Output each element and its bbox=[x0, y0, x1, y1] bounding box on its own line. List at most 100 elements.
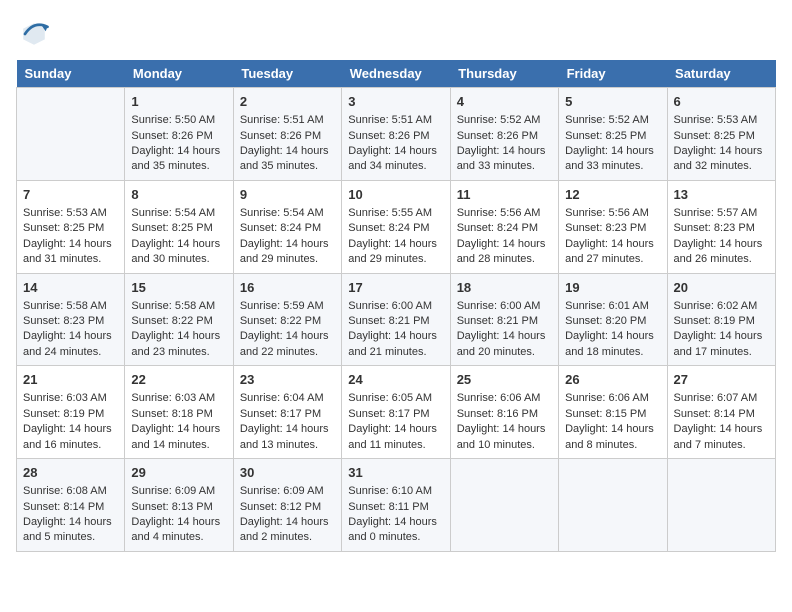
cell-content: Sunrise: 5:58 AM bbox=[131, 299, 226, 314]
cell-content: Sunset: 8:25 PM bbox=[674, 129, 769, 144]
cell-content: Sunrise: 6:05 AM bbox=[348, 391, 443, 406]
cell-content: Daylight: 14 hours bbox=[674, 144, 769, 159]
day-number: 23 bbox=[240, 371, 335, 389]
header-sunday: Sunday bbox=[17, 60, 125, 88]
cell-content: Daylight: 14 hours bbox=[565, 144, 660, 159]
cell-content: Sunrise: 6:07 AM bbox=[674, 391, 769, 406]
cell-content: Sunrise: 6:03 AM bbox=[23, 391, 118, 406]
cell-content: and 28 minutes. bbox=[457, 252, 552, 267]
cell-content: and 35 minutes. bbox=[240, 159, 335, 174]
day-number: 10 bbox=[348, 186, 443, 204]
cell-content: Sunrise: 5:53 AM bbox=[674, 113, 769, 128]
day-number: 3 bbox=[348, 93, 443, 111]
cell-content: and 7 minutes. bbox=[674, 438, 769, 453]
cell-content: Daylight: 14 hours bbox=[674, 329, 769, 344]
header-thursday: Thursday bbox=[450, 60, 558, 88]
cell-content: Daylight: 14 hours bbox=[457, 422, 552, 437]
cell-content: and 8 minutes. bbox=[565, 438, 660, 453]
cell-content: Sunset: 8:20 PM bbox=[565, 314, 660, 329]
calendar-header-row: SundayMondayTuesdayWednesdayThursdayFrid… bbox=[17, 60, 776, 88]
calendar-cell: 1Sunrise: 5:50 AMSunset: 8:26 PMDaylight… bbox=[125, 88, 233, 181]
cell-content: Daylight: 14 hours bbox=[565, 237, 660, 252]
header-wednesday: Wednesday bbox=[342, 60, 450, 88]
cell-content: and 16 minutes. bbox=[23, 438, 118, 453]
calendar-cell bbox=[450, 459, 558, 552]
cell-content: and 14 minutes. bbox=[131, 438, 226, 453]
cell-content: Daylight: 14 hours bbox=[131, 329, 226, 344]
week-row-3: 14Sunrise: 5:58 AMSunset: 8:23 PMDayligh… bbox=[17, 273, 776, 366]
calendar-cell: 13Sunrise: 5:57 AMSunset: 8:23 PMDayligh… bbox=[667, 180, 775, 273]
cell-content: Sunrise: 5:53 AM bbox=[23, 206, 118, 221]
cell-content: Sunset: 8:16 PM bbox=[457, 407, 552, 422]
cell-content: Daylight: 14 hours bbox=[457, 144, 552, 159]
cell-content: Sunset: 8:21 PM bbox=[457, 314, 552, 329]
cell-content: Sunset: 8:24 PM bbox=[348, 221, 443, 236]
day-number: 4 bbox=[457, 93, 552, 111]
cell-content: Daylight: 14 hours bbox=[23, 329, 118, 344]
cell-content: and 23 minutes. bbox=[131, 345, 226, 360]
cell-content: Sunset: 8:26 PM bbox=[348, 129, 443, 144]
day-number: 25 bbox=[457, 371, 552, 389]
day-number: 20 bbox=[674, 279, 769, 297]
calendar-cell: 28Sunrise: 6:08 AMSunset: 8:14 PMDayligh… bbox=[17, 459, 125, 552]
day-number: 9 bbox=[240, 186, 335, 204]
calendar-cell bbox=[667, 459, 775, 552]
cell-content: Sunset: 8:17 PM bbox=[240, 407, 335, 422]
cell-content: Sunrise: 5:59 AM bbox=[240, 299, 335, 314]
cell-content: Sunset: 8:13 PM bbox=[131, 500, 226, 515]
cell-content: Daylight: 14 hours bbox=[240, 422, 335, 437]
cell-content: Sunset: 8:15 PM bbox=[565, 407, 660, 422]
calendar-cell: 19Sunrise: 6:01 AMSunset: 8:20 PMDayligh… bbox=[559, 273, 667, 366]
calendar-table: SundayMondayTuesdayWednesdayThursdayFrid… bbox=[16, 60, 776, 552]
cell-content: Daylight: 14 hours bbox=[240, 144, 335, 159]
cell-content: Sunrise: 6:04 AM bbox=[240, 391, 335, 406]
cell-content: and 10 minutes. bbox=[457, 438, 552, 453]
week-row-5: 28Sunrise: 6:08 AMSunset: 8:14 PMDayligh… bbox=[17, 459, 776, 552]
cell-content: Daylight: 14 hours bbox=[348, 237, 443, 252]
calendar-cell: 14Sunrise: 5:58 AMSunset: 8:23 PMDayligh… bbox=[17, 273, 125, 366]
day-number: 11 bbox=[457, 186, 552, 204]
cell-content: Daylight: 14 hours bbox=[348, 144, 443, 159]
cell-content: Sunset: 8:14 PM bbox=[674, 407, 769, 422]
calendar-cell: 5Sunrise: 5:52 AMSunset: 8:25 PMDaylight… bbox=[559, 88, 667, 181]
cell-content: Daylight: 14 hours bbox=[23, 515, 118, 530]
cell-content: Sunset: 8:17 PM bbox=[348, 407, 443, 422]
calendar-cell: 11Sunrise: 5:56 AMSunset: 8:24 PMDayligh… bbox=[450, 180, 558, 273]
cell-content: and 30 minutes. bbox=[131, 252, 226, 267]
day-number: 30 bbox=[240, 464, 335, 482]
cell-content: Sunrise: 6:08 AM bbox=[23, 484, 118, 499]
calendar-cell bbox=[17, 88, 125, 181]
cell-content: Sunrise: 6:00 AM bbox=[457, 299, 552, 314]
calendar-cell: 22Sunrise: 6:03 AMSunset: 8:18 PMDayligh… bbox=[125, 366, 233, 459]
day-number: 16 bbox=[240, 279, 335, 297]
cell-content: Sunset: 8:22 PM bbox=[240, 314, 335, 329]
cell-content: Sunrise: 5:58 AM bbox=[23, 299, 118, 314]
calendar-cell: 20Sunrise: 6:02 AMSunset: 8:19 PMDayligh… bbox=[667, 273, 775, 366]
cell-content: Daylight: 14 hours bbox=[348, 329, 443, 344]
cell-content: and 27 minutes. bbox=[565, 252, 660, 267]
cell-content: Sunset: 8:23 PM bbox=[565, 221, 660, 236]
calendar-cell: 26Sunrise: 6:06 AMSunset: 8:15 PMDayligh… bbox=[559, 366, 667, 459]
cell-content: Sunrise: 5:52 AM bbox=[565, 113, 660, 128]
cell-content: Sunset: 8:23 PM bbox=[23, 314, 118, 329]
cell-content: and 24 minutes. bbox=[23, 345, 118, 360]
cell-content: Daylight: 14 hours bbox=[674, 237, 769, 252]
calendar-cell: 16Sunrise: 5:59 AMSunset: 8:22 PMDayligh… bbox=[233, 273, 341, 366]
cell-content: Sunset: 8:26 PM bbox=[240, 129, 335, 144]
calendar-cell: 27Sunrise: 6:07 AMSunset: 8:14 PMDayligh… bbox=[667, 366, 775, 459]
cell-content: Sunrise: 6:09 AM bbox=[131, 484, 226, 499]
cell-content: and 29 minutes. bbox=[348, 252, 443, 267]
cell-content: Daylight: 14 hours bbox=[457, 237, 552, 252]
day-number: 6 bbox=[674, 93, 769, 111]
cell-content: Sunrise: 6:01 AM bbox=[565, 299, 660, 314]
week-row-1: 1Sunrise: 5:50 AMSunset: 8:26 PMDaylight… bbox=[17, 88, 776, 181]
cell-content: and 21 minutes. bbox=[348, 345, 443, 360]
cell-content: and 33 minutes. bbox=[565, 159, 660, 174]
calendar-cell: 18Sunrise: 6:00 AMSunset: 8:21 PMDayligh… bbox=[450, 273, 558, 366]
cell-content: Daylight: 14 hours bbox=[565, 329, 660, 344]
cell-content: Sunset: 8:19 PM bbox=[23, 407, 118, 422]
cell-content: Sunrise: 6:06 AM bbox=[565, 391, 660, 406]
calendar-cell: 15Sunrise: 5:58 AMSunset: 8:22 PMDayligh… bbox=[125, 273, 233, 366]
header-tuesday: Tuesday bbox=[233, 60, 341, 88]
cell-content: Daylight: 14 hours bbox=[674, 422, 769, 437]
